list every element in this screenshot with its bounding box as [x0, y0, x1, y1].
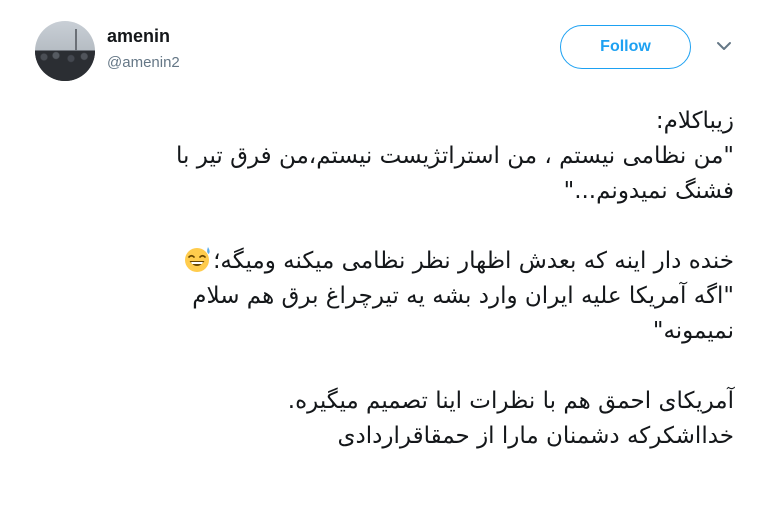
avatar-crowd — [35, 51, 95, 81]
display-name[interactable]: amenin — [107, 26, 170, 47]
tweet-line: فشنگ نمیدونم..." — [563, 178, 734, 204]
tweet-line: "من نظامی نیستم ، من استراتژیست نیستم،من… — [176, 143, 734, 169]
tweet-line: زیباکلام: — [655, 108, 734, 134]
avatar[interactable] — [35, 21, 95, 81]
grinning-face-with-sweat-icon — [185, 247, 210, 272]
user-handle[interactable]: @amenin2 — [107, 54, 180, 71]
avatar-pole — [75, 29, 77, 53]
tweet-line: آمریکای احمق هم با نظرات اینا تصمیم میگی… — [287, 388, 734, 414]
tweet-line: نمیمونه" — [652, 318, 734, 344]
tweet-text: زیباکلام: "من نظامی نیستم ، من استراتژیس… — [150, 104, 734, 454]
tweet-line: خدااشکرکه دشمنان مارا از حمقاقراردادی — [337, 423, 734, 449]
tweet-line-with-emoji: خنده دار اینه که بعدش اظهار نظر نظامی می… — [150, 244, 734, 279]
tweet-card: amenin @amenin2 Follow زیباکلام: "من نظا… — [0, 0, 766, 507]
follow-button[interactable]: Follow — [560, 25, 691, 69]
tweet-line: "اگه آمریکا علیه ایران وارد بشه یه تیرچر… — [192, 283, 734, 309]
chevron-down-icon[interactable] — [716, 40, 732, 52]
tweet-line-text: خنده دار اینه که بعدش اظهار نظر نظامی می… — [213, 248, 734, 274]
